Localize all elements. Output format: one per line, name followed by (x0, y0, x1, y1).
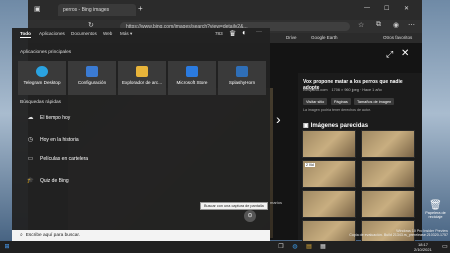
image-sizes-button[interactable]: Tamaños de imagen (354, 98, 395, 105)
related-thumb[interactable] (302, 130, 356, 158)
search-placeholder: Escribe aquí para buscar. (25, 233, 81, 238)
image-caption-fragment: marios (270, 200, 283, 205)
app-label: Microsoft Store (176, 80, 208, 85)
tab-bar: ▣ perros - Bing images + — ☐ ✕ (28, 0, 422, 20)
quick-search-label: Hoy en la historia (40, 137, 79, 143)
tab-web[interactable]: Web (103, 31, 112, 36)
notifications-icon[interactable]: ▭ (442, 243, 448, 250)
next-image-icon[interactable]: › (276, 111, 281, 127)
more-options-icon[interactable]: ··· (256, 29, 262, 35)
top-apps-heading: Aplicaciones principales (20, 50, 72, 55)
maximize-button[interactable]: ☐ (384, 5, 389, 12)
app-telegram[interactable]: Telegram Desktop (18, 61, 66, 95)
edge-icon[interactable]: ◍ (290, 242, 300, 252)
app-explorador[interactable]: Explorador de arc... (118, 61, 166, 95)
image-meta: 1706 × 960 jpeg · Hace 1 año (331, 88, 382, 92)
tab-actions-icon[interactable]: ▣ (34, 5, 41, 13)
tab-documentos[interactable]: Documentos (71, 31, 97, 36)
app-icon (236, 66, 248, 77)
quick-search-quiz[interactable]: 🎓 Quiz de Bing (26, 177, 69, 187)
quick-search-label: Quiz de Bing (40, 178, 69, 184)
tab-bing-images[interactable]: perros - Bing images (58, 4, 136, 16)
avatar[interactable]: ◐ (242, 28, 247, 37)
rewards-icon[interactable]: ♛ (229, 29, 236, 38)
quick-searches-heading: Búsquedas rápidas (20, 100, 62, 105)
related-thumb[interactable] (302, 190, 356, 218)
screenshot-search-icon[interactable]: ⊙ (244, 210, 256, 222)
app-microsoft-store[interactable]: Microsoft Store (168, 61, 216, 95)
close-button[interactable]: ✕ (404, 5, 409, 12)
expand-icon[interactable]: ⤢ (386, 49, 393, 60)
recycle-bin[interactable]: 🗑 Papelera de reciclaje (423, 200, 448, 219)
recycle-bin-icon: 🗑 (429, 200, 442, 211)
taskbar-search-input[interactable]: ⌕ Escribe aquí para buscar. (12, 230, 270, 241)
task-view-icon[interactable]: ❐ (276, 242, 286, 252)
quick-search-weather[interactable]: ☁ El tiempo hoy (26, 114, 71, 124)
rewards-score[interactable]: 783 (215, 31, 223, 36)
clock-date[interactable]: 2/10/2021 (414, 247, 432, 252)
windows-start-icon[interactable]: ⊞ (2, 242, 12, 252)
favorite-google-earth[interactable]: Google Earth (311, 35, 338, 40)
favorite-others[interactable]: Otros favoritos (383, 35, 412, 40)
telegram-icon (36, 66, 48, 77)
new-tab-button[interactable]: + (138, 4, 143, 13)
related-thumb[interactable] (361, 130, 415, 158)
graduation-cap-icon: 🎓 (26, 178, 35, 184)
store-taskbar-icon[interactable]: ▦ (318, 242, 328, 252)
store-icon (186, 66, 198, 77)
related-thumb[interactable]: 2 Vid (302, 160, 356, 188)
close-viewer-icon[interactable]: ✕ (401, 48, 409, 59)
menu-icon[interactable]: ⋯ (408, 21, 415, 29)
taskbar: ⊞ ❐ ◍ ▤ ▦ 18:17 2/10/2021 ▭ (0, 241, 450, 253)
related-images-title: ▣ Imágenes parecidas (303, 123, 369, 129)
visit-site-button[interactable]: Visitar sitio (303, 98, 328, 105)
watermark-line-2: Copia de evaluación. Build 21343.rs_prer… (349, 233, 448, 238)
pages-button[interactable]: Páginas (331, 98, 351, 105)
search-icon: ⌕ (20, 233, 23, 238)
quick-search-label: Películas en cartelera (40, 156, 89, 162)
copyright-note: La imagen podría tener derechos de autor… (303, 108, 371, 112)
favorite-drive[interactable]: Drive (286, 35, 297, 40)
image-source[interactable]: elespanol.com 1706 × 960 jpeg · Hace 1 a… (303, 88, 418, 92)
evaluation-watermark: Windows 10 Pro Insider Preview Copia de … (348, 229, 448, 238)
tab-aplicaciones[interactable]: Aplicaciones (39, 31, 65, 36)
gear-icon (86, 66, 98, 77)
tab-todo[interactable]: Todo (20, 31, 31, 38)
clock-icon: ◷ (27, 137, 34, 143)
recycle-bin-label: Papelera de reciclaje (425, 211, 446, 219)
app-configuracion[interactable]: Configuración (68, 61, 116, 95)
minimize-button[interactable]: — (364, 5, 370, 11)
profile-icon[interactable]: ◉ (393, 21, 399, 29)
video-badge: 2 Vid (305, 163, 315, 167)
app-label: Configuración (77, 80, 107, 85)
movie-icon: ▭ (27, 156, 34, 162)
quick-search-movies[interactable]: ▭ Películas en cartelera (26, 155, 88, 165)
source-domain[interactable]: elespanol.com (303, 88, 327, 92)
app-label: SplashyHorn (228, 80, 256, 85)
app-label: Explorador de arc... (121, 80, 163, 85)
collections-icon[interactable]: ⧉ (376, 21, 381, 29)
quick-search-label: El tiempo hoy (40, 115, 71, 121)
related-thumb[interactable] (361, 160, 415, 188)
app-label: Telegram Desktop (23, 80, 61, 85)
quick-search-history[interactable]: ◷ Hoy en la historia (26, 136, 79, 146)
image-details-panel: Vox propone matar a los perros que nadie… (298, 73, 422, 248)
related-thumb[interactable] (361, 190, 415, 218)
folder-icon (136, 66, 148, 77)
app-splashyhorn[interactable]: SplashyHorn (218, 61, 266, 95)
star-icon[interactable]: ☆ (358, 21, 364, 29)
weather-icon: ☁ (27, 115, 34, 121)
tab-mas[interactable]: Más ▾ (120, 31, 132, 37)
file-explorer-icon[interactable]: ▤ (304, 242, 314, 252)
screenshot-search-tooltip: Buscar con una captura de pantalla (200, 202, 268, 210)
related-images-icon: ▣ (303, 123, 309, 129)
